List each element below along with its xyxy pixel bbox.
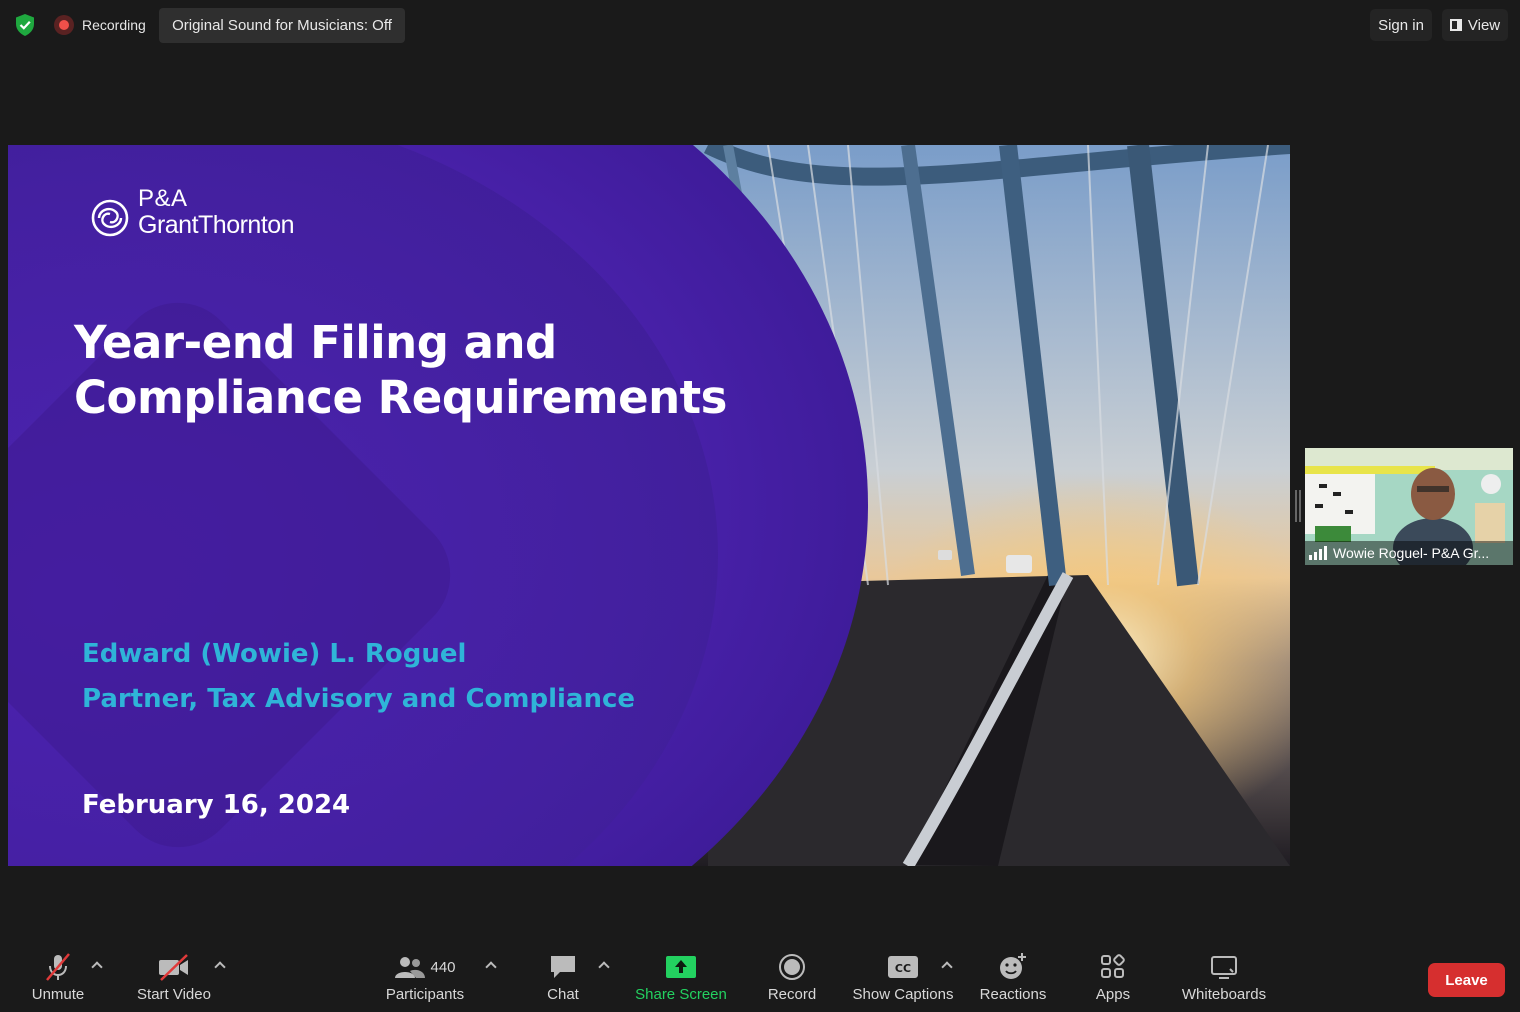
record-label: Record: [767, 986, 817, 1003]
reactions-icon: [1000, 953, 1026, 979]
apps-button[interactable]: Apps: [1092, 952, 1134, 1003]
captions-options-caret[interactable]: [942, 960, 952, 970]
view-button[interactable]: View: [1442, 9, 1508, 41]
view-label: View: [1467, 16, 1501, 34]
logo-line1: P&A: [138, 185, 188, 212]
chat-icon: [551, 956, 575, 978]
logo-line2: GrantThornton: [138, 211, 295, 239]
show-captions-label: Show Captions: [852, 986, 954, 1003]
start-video-label: Start Video: [137, 986, 211, 1003]
leave-button[interactable]: Leave: [1428, 963, 1505, 997]
slide-title-line2: Compliance Requirements: [74, 371, 727, 424]
show-captions-button[interactable]: CC Show Captions: [850, 952, 956, 1003]
unmute-label: Unmute: [31, 986, 85, 1003]
closed-captions-icon: CC: [888, 956, 918, 978]
reactions-label: Reactions: [979, 986, 1047, 1003]
signal-strength-icon: [1309, 546, 1327, 560]
original-sound-toggle[interactable]: Original Sound for Musicians: Off: [159, 8, 405, 43]
shield-check-icon[interactable]: [14, 13, 36, 37]
presenter-info: Edward (Wowie) L. Roguel Partner, Tax Ad…: [82, 632, 635, 722]
panel-resize-handle[interactable]: [1295, 490, 1301, 522]
participants-count: 440: [430, 958, 456, 976]
participants-button[interactable]: 440 Participants: [383, 952, 467, 1003]
share-screen-icon: [666, 956, 696, 978]
participant-name: Wowie Roguel- P&A Gr...: [1333, 545, 1490, 561]
recording-label: Recording: [82, 17, 146, 33]
participants-label: Participants: [385, 986, 465, 1003]
slide-date: February 16, 2024: [82, 790, 351, 820]
whiteboard-icon: [1211, 956, 1237, 979]
chat-button[interactable]: Chat: [543, 952, 583, 1003]
apps-icon: [1101, 954, 1125, 978]
start-video-button[interactable]: Start Video: [134, 952, 214, 1003]
participant-video-thumbnail[interactable]: Wowie Roguel- P&A Gr...: [1305, 448, 1513, 565]
record-icon: [779, 954, 805, 980]
whiteboards-button[interactable]: Whiteboards: [1176, 952, 1272, 1003]
video-options-caret[interactable]: [215, 960, 225, 970]
slide-title-line1: Year-end Filing and: [74, 316, 557, 369]
reactions-button[interactable]: Reactions: [977, 952, 1049, 1003]
slide-title: Year-end Filing and Compliance Requireme…: [74, 315, 727, 425]
svg-text:CC: CC: [895, 962, 911, 975]
sign-in-button[interactable]: Sign in: [1370, 9, 1432, 41]
unmute-button[interactable]: Unmute: [28, 952, 88, 1003]
whiteboards-label: Whiteboards: [1181, 986, 1267, 1003]
view-icon: [1449, 19, 1462, 31]
participant-name-bar: Wowie Roguel- P&A Gr...: [1305, 541, 1513, 565]
share-screen-label: Share Screen: [635, 986, 727, 1003]
meeting-toolbar: Unmute Start Video 440 Participants Chat…: [0, 940, 1520, 1012]
chat-label: Chat: [547, 986, 579, 1003]
video-camera-off-icon: [159, 954, 188, 981]
grant-thornton-logo: P&A GrantThornton: [90, 185, 295, 239]
presenter-role: Partner, Tax Advisory and Compliance: [82, 684, 636, 714]
microphone-muted-icon: [46, 953, 70, 981]
share-screen-button[interactable]: Share Screen: [634, 952, 728, 1003]
chat-options-caret[interactable]: [599, 960, 609, 970]
recording-indicator[interactable]: Recording: [54, 13, 146, 37]
top-bar: Recording Original Sound for Musicians: …: [0, 0, 1520, 50]
audio-options-caret[interactable]: [92, 960, 102, 970]
record-dot-icon: [54, 15, 74, 35]
presenter-name: Edward (Wowie) L. Roguel: [82, 639, 467, 669]
shared-slide: P&A GrantThornton Year-end Filing and Co…: [8, 145, 1290, 866]
apps-label: Apps: [1095, 986, 1131, 1003]
participants-icon: [395, 957, 426, 978]
grant-thornton-logo-icon: [91, 199, 129, 237]
participants-options-caret[interactable]: [486, 960, 496, 970]
record-button[interactable]: Record: [764, 952, 820, 1003]
